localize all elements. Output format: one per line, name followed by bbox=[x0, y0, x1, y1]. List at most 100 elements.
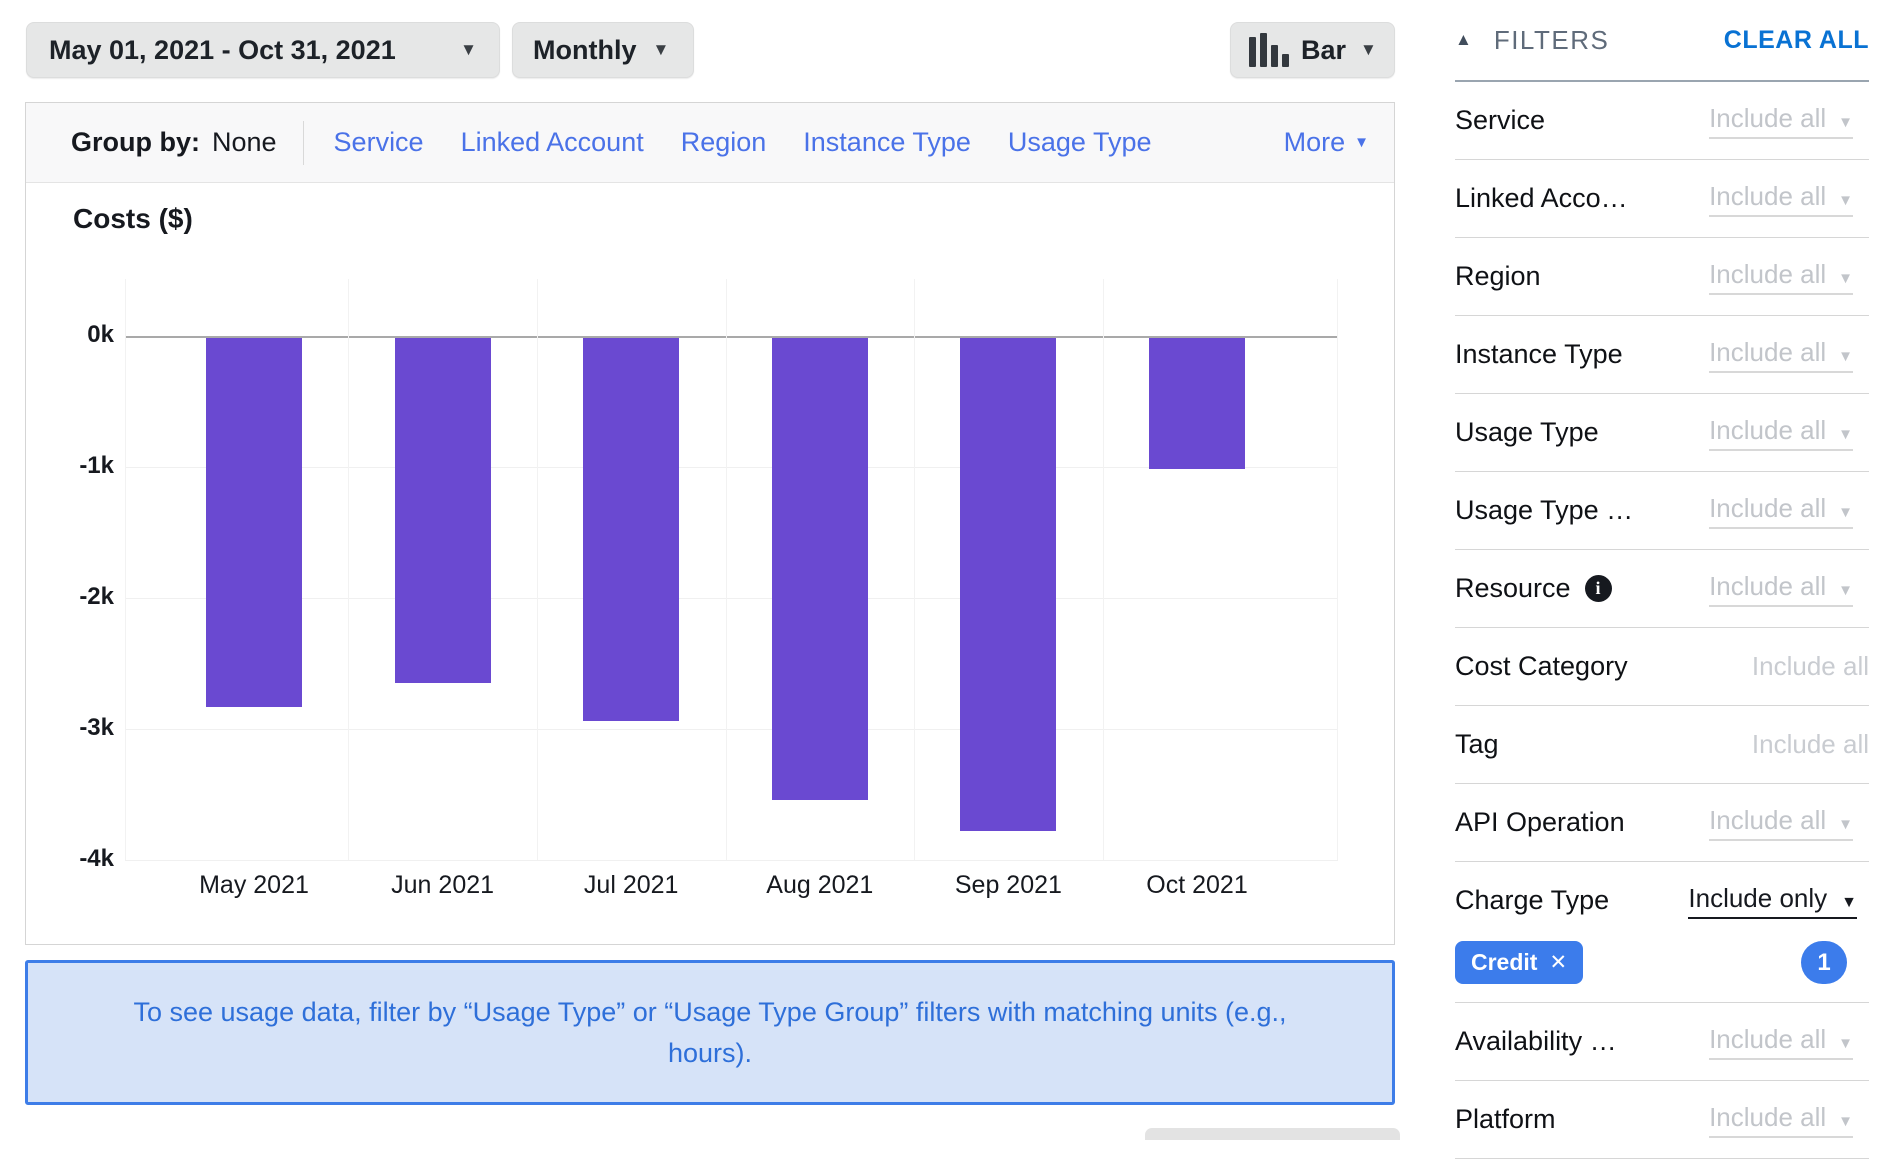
cost-chart-plot bbox=[125, 279, 1338, 860]
y-axis-tick: -2k bbox=[26, 583, 114, 611]
bar-Jul 2021[interactable] bbox=[583, 338, 679, 721]
usage-banner: To see usage data, filter by “Usage Type… bbox=[25, 960, 1395, 1105]
x-axis-label: Sep 2021 bbox=[898, 871, 1118, 900]
group-by-more-menu[interactable]: More ▼ bbox=[1284, 127, 1369, 158]
clear-all-button[interactable]: CLEAR ALL bbox=[1724, 26, 1869, 55]
caret-down-icon: ▼ bbox=[1838, 114, 1853, 131]
info-icon[interactable]: i bbox=[1585, 575, 1612, 602]
filter-rows: ServiceInclude all▼Linked Acco…Include a… bbox=[1455, 82, 1869, 1159]
filter-dropdown[interactable]: Include all▼ bbox=[1709, 259, 1853, 295]
filter-dropdown[interactable]: Include all▼ bbox=[1709, 493, 1853, 529]
bar-Oct 2021[interactable] bbox=[1149, 338, 1245, 469]
gridline bbox=[537, 279, 538, 860]
y-axis-tick: -1k bbox=[26, 452, 114, 480]
caret-down-icon: ▼ bbox=[1354, 134, 1369, 151]
filter-count-badge: 1 bbox=[1801, 941, 1847, 984]
filter-row: Usage Type … Include all▼ bbox=[1455, 472, 1869, 550]
gridline bbox=[125, 279, 126, 860]
filter-row: Linked Acco…Include all▼ bbox=[1455, 160, 1869, 238]
filter-dropdown[interactable]: Include only▼ bbox=[1688, 883, 1857, 919]
caret-down-icon: ▼ bbox=[1838, 192, 1853, 209]
filter-dropdown[interactable]: Include all▼ bbox=[1709, 103, 1853, 139]
filter-label: Tag bbox=[1455, 729, 1499, 760]
partial-bottom-bar bbox=[1145, 1128, 1400, 1140]
filter-row: Instance TypeInclude all▼ bbox=[1455, 316, 1869, 394]
gridline bbox=[1337, 279, 1338, 860]
caret-down-icon: ▼ bbox=[1838, 504, 1853, 521]
gridline bbox=[1103, 279, 1104, 860]
granularity-button[interactable]: Monthly ▼ bbox=[512, 22, 694, 78]
group-by-option[interactable]: Linked Account bbox=[461, 127, 644, 158]
chip-label: Credit bbox=[1471, 949, 1537, 976]
y-axis-tick: -4k bbox=[26, 845, 114, 873]
gridline bbox=[726, 279, 727, 860]
caret-down-icon: ▼ bbox=[1838, 348, 1853, 365]
filter-row: Cost Category Include all bbox=[1455, 628, 1869, 706]
group-by-option[interactable]: Service bbox=[334, 127, 424, 158]
filter-dropdown[interactable]: Include all bbox=[1752, 651, 1869, 682]
filter-row: Charge TypeInclude only▼Credit✕1 bbox=[1455, 862, 1869, 1003]
filter-row: Tag Include all bbox=[1455, 706, 1869, 784]
filters-header: ▲ FILTERS CLEAR ALL bbox=[1455, 0, 1869, 80]
x-axis-label: Jul 2021 bbox=[521, 871, 741, 900]
filter-row: Resourcei Include all▼ bbox=[1455, 550, 1869, 628]
gridline bbox=[125, 729, 1338, 730]
chart-title: Costs ($) bbox=[73, 203, 193, 235]
filter-dropdown[interactable]: Include all▼ bbox=[1709, 805, 1853, 841]
credit-chip[interactable]: Credit ✕ bbox=[1455, 941, 1583, 984]
gridline bbox=[914, 279, 915, 860]
filter-label: Resourcei bbox=[1455, 573, 1612, 604]
x-axis: May 2021Jun 2021Jul 2021Aug 2021Sep 2021… bbox=[125, 871, 1338, 915]
x-axis-label: May 2021 bbox=[144, 871, 364, 900]
group-by-option[interactable]: Region bbox=[681, 127, 767, 158]
filter-row: Region Include all▼ bbox=[1455, 238, 1869, 316]
filters-title: FILTERS bbox=[1494, 25, 1609, 56]
caret-down-icon: ▼ bbox=[1838, 426, 1853, 443]
filter-label: Usage Type bbox=[1455, 417, 1599, 448]
group-by-option[interactable]: Instance Type bbox=[803, 127, 971, 158]
bar-May 2021[interactable] bbox=[206, 338, 302, 707]
filter-dropdown[interactable]: Include all▼ bbox=[1709, 415, 1853, 451]
usage-banner-line1: To see usage data, filter by “Usage Type… bbox=[133, 992, 1286, 1033]
filter-dropdown[interactable]: Include all▼ bbox=[1709, 1102, 1853, 1138]
bar-Jun 2021[interactable] bbox=[395, 338, 491, 683]
filter-dropdown[interactable]: Include all▼ bbox=[1709, 181, 1853, 217]
caret-down-icon: ▼ bbox=[1841, 894, 1857, 911]
chip-remove-icon[interactable]: ✕ bbox=[1549, 950, 1567, 975]
filter-row: PlatformInclude all▼ bbox=[1455, 1081, 1869, 1159]
filter-row: Availability … Include all▼ bbox=[1455, 1003, 1869, 1081]
collapse-triangle-icon[interactable]: ▲ bbox=[1455, 30, 1472, 50]
caret-down-icon: ▼ bbox=[1838, 816, 1853, 833]
x-axis-label: Oct 2021 bbox=[1087, 871, 1307, 900]
group-by-current: None bbox=[212, 127, 277, 158]
y-axis-tick: 0k bbox=[26, 321, 114, 349]
caret-down-icon: ▼ bbox=[652, 40, 669, 60]
group-by-option[interactable]: Usage Type bbox=[1008, 127, 1152, 158]
group-by-label: Group by: bbox=[71, 127, 200, 158]
granularity-label: Monthly bbox=[533, 35, 636, 66]
bar-chart-icon bbox=[1249, 33, 1289, 67]
chart-card: Group by: None Service Linked Account Regi… bbox=[25, 102, 1395, 945]
caret-down-icon: ▼ bbox=[1360, 40, 1377, 60]
divider bbox=[303, 121, 304, 165]
date-range-button[interactable]: May 01, 2021 - Oct 31, 2021 ▼ bbox=[26, 22, 500, 78]
filter-label: Cost Category bbox=[1455, 651, 1628, 682]
filter-row: API Operation Include all▼ bbox=[1455, 784, 1869, 862]
caret-down-icon: ▼ bbox=[1838, 1113, 1853, 1130]
bar-Aug 2021[interactable] bbox=[772, 338, 868, 800]
filter-label: Usage Type … bbox=[1455, 495, 1633, 526]
caret-down-icon: ▼ bbox=[460, 40, 477, 60]
filter-label: Availability … bbox=[1455, 1026, 1617, 1057]
gridline bbox=[348, 279, 349, 860]
caret-down-icon: ▼ bbox=[1838, 270, 1853, 287]
bar-Sep 2021[interactable] bbox=[960, 338, 1056, 831]
chart-type-button[interactable]: Bar ▼ bbox=[1230, 22, 1395, 78]
filter-dropdown[interactable]: Include all▼ bbox=[1709, 337, 1853, 373]
filter-dropdown[interactable]: Include all▼ bbox=[1709, 1024, 1853, 1060]
filter-dropdown[interactable]: Include all▼ bbox=[1709, 571, 1853, 607]
filter-dropdown[interactable]: Include all bbox=[1752, 729, 1869, 760]
filter-label: Service bbox=[1455, 105, 1545, 136]
filter-label: API Operation bbox=[1455, 807, 1625, 838]
filter-label: Region bbox=[1455, 261, 1541, 292]
chart-type-label: Bar bbox=[1301, 35, 1346, 66]
